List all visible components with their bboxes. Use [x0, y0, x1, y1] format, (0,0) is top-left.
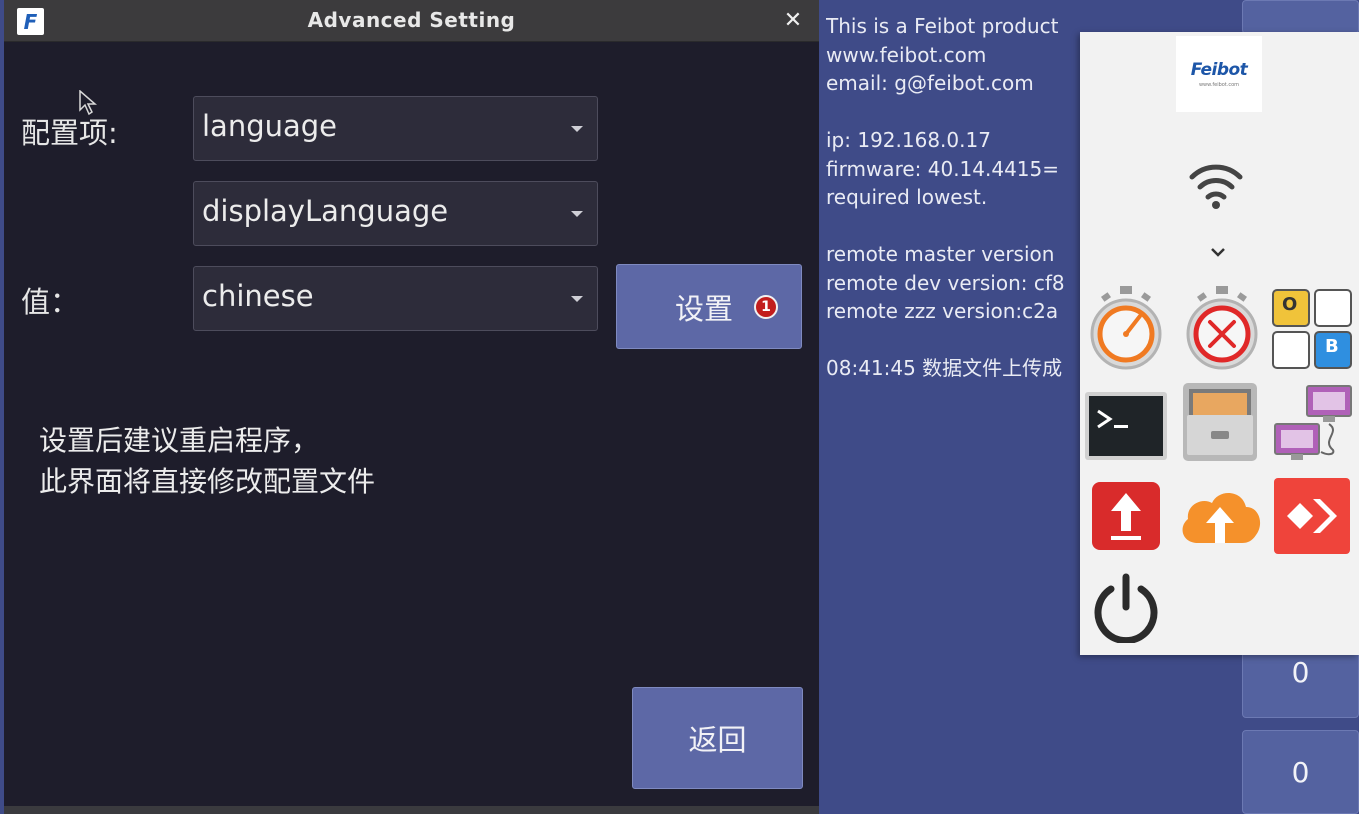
speed-timer-icon[interactable]	[1088, 284, 1164, 372]
back-button[interactable]: 返回	[632, 687, 803, 789]
file-cabinet-icon[interactable]	[1180, 380, 1260, 464]
launcher-panel: Feibot www.feibot.com O B	[1080, 32, 1359, 655]
info-line: This is a Feibot product	[826, 14, 1059, 38]
dialog-bottom-edge	[4, 806, 819, 814]
device-info-panel: This is a Feibot product www.feibot.com em…	[826, 12, 1086, 383]
config-section-select[interactable]: language	[193, 96, 598, 161]
terminal-icon[interactable]	[1084, 390, 1168, 462]
back-button-label: 返回	[688, 723, 747, 757]
config-key-value: displayLanguage	[202, 194, 449, 228]
counter-button-2[interactable]: 0	[1242, 730, 1359, 814]
info-line: remote dev version: cf8	[826, 270, 1065, 295]
cloud-upload-icon[interactable]	[1176, 482, 1264, 550]
upload-icon[interactable]	[1090, 480, 1162, 552]
config-value-value: chinese	[202, 279, 314, 313]
advanced-setting-dialog: F Advanced Setting ✕ 配置项: 值： language di…	[4, 0, 819, 814]
wifi-icon[interactable]	[1186, 156, 1246, 212]
info-line: www.feibot.com	[826, 42, 987, 67]
stop-timer-icon[interactable]	[1184, 284, 1260, 372]
chevron-down-icon[interactable]	[1204, 238, 1232, 266]
info-line: 08:41:45 数据文件上传成	[826, 356, 1063, 380]
anydesk-icon[interactable]	[1272, 476, 1352, 556]
info-line: required lowest.	[826, 185, 988, 209]
info-gap	[826, 326, 1086, 355]
info-line: firmware: 40.14.4415=	[826, 156, 1060, 181]
ob-grid-icon[interactable]: O B	[1270, 288, 1356, 370]
set-button-label: 设置	[674, 291, 733, 326]
dropdown-arrow-icon	[571, 211, 583, 217]
config-key-select[interactable]: displayLanguage	[193, 181, 598, 246]
dropdown-arrow-icon	[571, 126, 583, 132]
power-icon[interactable]	[1090, 570, 1162, 644]
info-line: ip: 192.168.0.17	[826, 128, 991, 152]
dialog-titlebar[interactable]: F Advanced Setting ✕	[4, 0, 819, 42]
restart-hint: 设置后建议重启程序， 此界面将直接修改配置文件	[39, 424, 376, 498]
feibot-logo: Feibot www.feibot.com	[1176, 36, 1262, 112]
step-badge: 1	[754, 295, 778, 319]
info-line: remote master version	[826, 242, 1055, 266]
grid-letter-b: B	[1325, 336, 1339, 357]
counter-value: 0	[1291, 655, 1310, 689]
config-value-select[interactable]: chinese	[193, 266, 598, 331]
value-label: 值：	[21, 285, 80, 319]
dialog-title: Advanced Setting	[307, 8, 516, 32]
config-section-value: language	[202, 109, 338, 143]
info-line: email: g@feibot.com	[826, 71, 1034, 95]
grid-letter-o: O	[1282, 294, 1298, 315]
info-gap	[826, 98, 1086, 127]
info-line: remote zzz version:c2a	[826, 299, 1059, 323]
close-icon[interactable]: ✕	[779, 6, 807, 34]
mouse-cursor-icon	[79, 90, 97, 116]
config-item-label: 配置项:	[21, 116, 118, 150]
network-computers-icon[interactable]	[1270, 384, 1356, 464]
right-panel-top-button[interactable]	[1242, 0, 1359, 34]
dropdown-arrow-icon	[571, 296, 583, 302]
info-gap	[826, 212, 1086, 241]
counter-value: 0	[1291, 755, 1310, 789]
